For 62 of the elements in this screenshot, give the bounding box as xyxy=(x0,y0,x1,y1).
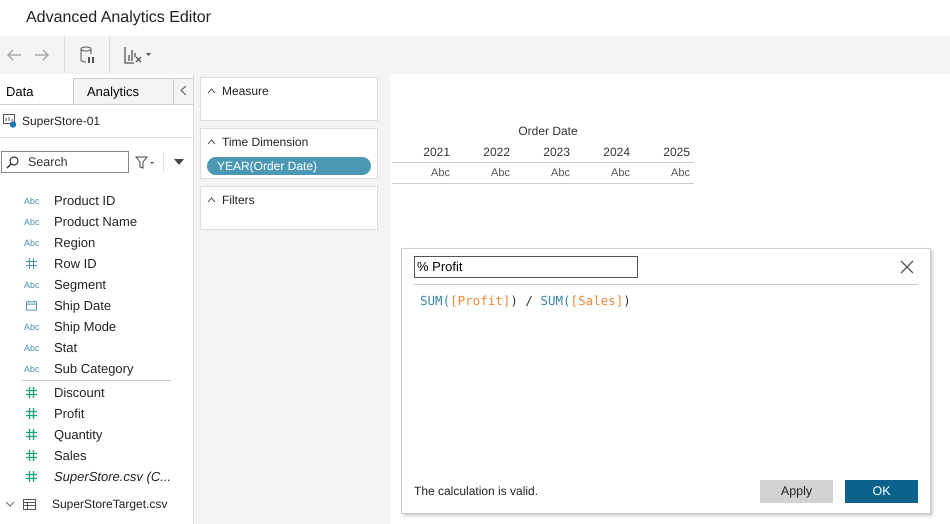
dimension-field[interactable]: Ship Date xyxy=(54,298,112,313)
caret-icon[interactable] xyxy=(207,197,216,203)
text-type-label: Abc xyxy=(24,322,41,332)
apply-button[interactable]: Apply xyxy=(760,480,833,502)
caret-icon[interactable] xyxy=(207,88,216,94)
text-type-label: Abc xyxy=(24,238,41,248)
year-header: 2021 xyxy=(422,145,451,159)
table-cell-text: Abc xyxy=(670,167,691,179)
chevron-icon[interactable] xyxy=(5,500,15,508)
table-cell-text: Abc xyxy=(610,167,631,179)
data-source-name: SuperStore-01 xyxy=(22,114,100,128)
column-header: Order Date xyxy=(517,124,579,138)
dimension-field[interactable]: Product ID xyxy=(54,193,116,208)
year-header: 2022 xyxy=(482,145,511,159)
table-icon xyxy=(23,498,36,510)
number-type-icon xyxy=(26,429,37,440)
formula-editor[interactable]: SUM([Profit]) / SUM([Sales]) xyxy=(414,293,918,469)
measure-field[interactable]: Sales xyxy=(54,448,87,463)
table-cell-text: Abc xyxy=(430,167,451,179)
window-title: Advanced Analytics Editor xyxy=(26,9,211,27)
search-field[interactable]: Search xyxy=(1,151,129,173)
measure-field[interactable]: Quantity xyxy=(54,427,102,442)
shelf-title: Time Dimension xyxy=(222,135,308,149)
measure-field[interactable]: SuperStore.csv (C... xyxy=(54,469,172,484)
text-type-label: Abc xyxy=(24,342,41,352)
panel-tab[interactable]: Analytics xyxy=(74,78,174,104)
number-type-icon xyxy=(26,450,37,461)
number-type-icon xyxy=(26,387,37,398)
table-cell-text: Abc xyxy=(490,167,511,179)
clear-chart-icon[interactable] xyxy=(124,46,152,64)
number-type-icon xyxy=(26,408,37,419)
text-type-label: Abc xyxy=(24,364,41,374)
shelf-title: Filters xyxy=(222,193,255,207)
database-pause-icon[interactable] xyxy=(79,45,95,65)
measure-field[interactable]: Profit xyxy=(54,406,84,421)
shelf-title: Measure xyxy=(222,84,269,98)
calendar-icon xyxy=(26,300,37,311)
number-type-icon xyxy=(26,471,37,482)
dimension-field[interactable]: Ship Mode xyxy=(54,319,116,334)
text-type-label: Abc xyxy=(24,196,41,206)
dimension-field[interactable]: Stat xyxy=(54,340,78,355)
year-header: 2023 xyxy=(542,145,571,159)
measure-field[interactable]: Discount xyxy=(54,385,105,400)
dimension-field[interactable]: Region xyxy=(54,235,96,250)
caret-icon[interactable] xyxy=(207,139,216,145)
collapse-icon[interactable] xyxy=(174,78,193,104)
dimension-field[interactable]: Segment xyxy=(54,277,106,292)
calculation-name-input[interactable]: % Profit xyxy=(414,256,638,278)
table-cell-text: Abc xyxy=(550,167,571,179)
dimension-field[interactable]: Sub Category xyxy=(54,361,134,376)
text-type-label: Abc xyxy=(24,280,41,290)
data-source-name[interactable]: SuperStoreTarget.csv xyxy=(52,497,168,511)
number-type-icon xyxy=(26,258,37,269)
dimension-field[interactable]: Row ID xyxy=(54,256,97,271)
dimension-field[interactable]: Product Name xyxy=(54,214,138,229)
ok-button[interactable]: OK xyxy=(845,480,918,502)
status-message: The calculation is valid. xyxy=(414,484,538,498)
data-source-icon xyxy=(3,114,17,128)
text-type-label: Abc xyxy=(24,216,41,226)
year-header: 2025 xyxy=(662,145,691,159)
search-icon xyxy=(6,156,19,169)
year-header: 2024 xyxy=(602,145,631,159)
